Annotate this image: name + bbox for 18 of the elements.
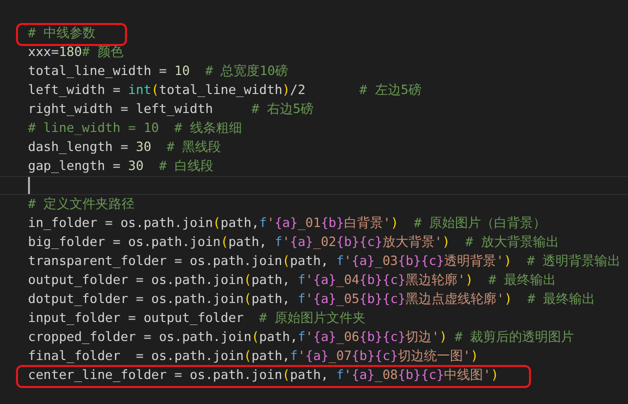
code-line: right_width = left_width # 右边5磅 [28, 101, 314, 119]
code-line: # 中线参数 [28, 25, 96, 43]
code-line: transparent_folder = os.path.join(path, f'{a}_03{b}{c}透明背景') # 透明背景输出 [28, 253, 620, 271]
code-line: # 定义文件夹路径 [28, 196, 134, 214]
code-line: cropped_folder = os.path.join(path,f'{a}_06{b}{c}切边') # 裁剪后的透明图片 [28, 329, 574, 347]
code-line: total_line_width = 10 # 总宽度10磅 [28, 63, 288, 81]
code-line: xxx=180# 颜色 [28, 44, 124, 62]
code-line: center_line_folder = os.path.join(path, f'{a}_08{b}{c}中线图') [28, 367, 499, 385]
code-line: input_folder = output_folder # 原始图片文件夹 [28, 310, 366, 328]
code-line: big_folder = os.path.join(path, f'{a}_02{b}{c}放大背景') # 放大背景输出 [28, 234, 559, 252]
code-line: in_folder = os.path.join(path,f'{a}_01{b}白背景') # 原始图片（白背景） [28, 215, 546, 233]
code-line: output_folder = os.path.join(path, f'{a}_04{b}{c}黑边轮廓') # 最终输出 [28, 272, 556, 290]
code-line: dotput_folder = os.path.join(path, f'{a}_05{b}{c}黑边点虚线轮廓') # 最终输出 [28, 291, 595, 309]
code-line: dash_length = 30 # 黑线段 [28, 139, 222, 157]
code-line: left_width = int(total_line_width)/2 # 左边5磅 [28, 82, 422, 100]
code-line: gap_length = 30 # 白线段 [28, 158, 214, 176]
code-line: final_folder = os.path.join(path,f'{a}_07{b}{c}切边统一图') [28, 348, 478, 366]
code-line: # line_width = 10 # 线条粗细 [28, 120, 242, 138]
